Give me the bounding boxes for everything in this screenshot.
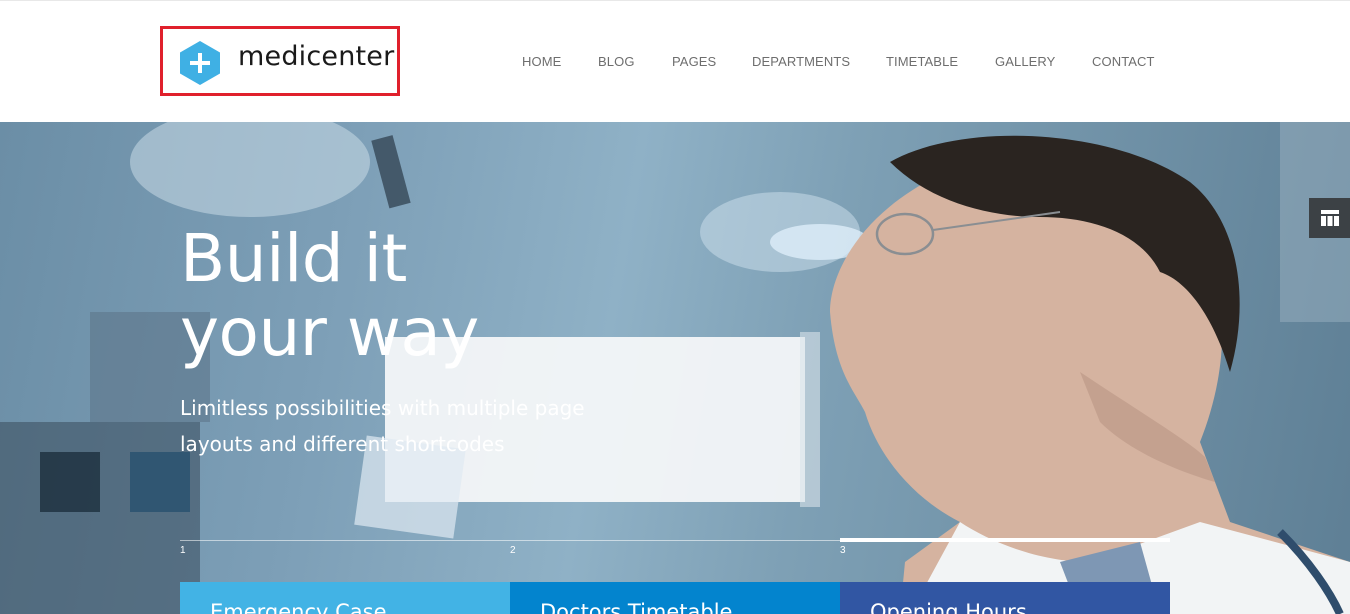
nav-contact[interactable]: CONTACT [1092, 54, 1155, 69]
nav-blog[interactable]: BLOG [598, 54, 635, 69]
brand-name: medicenter [238, 41, 395, 72]
hero-title-line-2: your way [180, 294, 479, 371]
nav-home[interactable]: HOME [522, 54, 561, 69]
slide-1-control[interactable]: 1 [180, 545, 186, 556]
emergency-case-box[interactable]: Emergency Case [180, 582, 510, 614]
nav-departments[interactable]: DEPARTMENTS [752, 54, 850, 69]
doctors-timetable-box[interactable]: Doctors Timetable [510, 582, 840, 614]
slider-active-indicator [840, 538, 1170, 542]
opening-hours-box[interactable]: Opening Hours [840, 582, 1170, 614]
slide-3-control[interactable]: 3 [840, 545, 846, 556]
nav-timetable[interactable]: TIMETABLE [886, 54, 958, 69]
layout-switcher-button[interactable] [1309, 198, 1350, 238]
nav-gallery[interactable]: GALLERY [995, 54, 1055, 69]
slide-2-control[interactable]: 2 [510, 545, 516, 556]
hero-title-line-1: Build it [180, 220, 407, 297]
medical-cross-hexagon-icon [180, 41, 220, 85]
layout-grid-icon [1320, 210, 1339, 226]
site-logo[interactable]: medicenter [160, 26, 400, 96]
nav-pages[interactable]: PAGES [672, 54, 716, 69]
hero-subtitle: Limitless possibilities with multiple pa… [180, 396, 585, 456]
hero-slider: Build it your way Limitless possibilitie… [0, 122, 1350, 614]
hero-title: Build it your way [180, 222, 479, 370]
site-header: medicenter HOME BLOG PAGES DEPARTMENTS T… [0, 0, 1350, 122]
